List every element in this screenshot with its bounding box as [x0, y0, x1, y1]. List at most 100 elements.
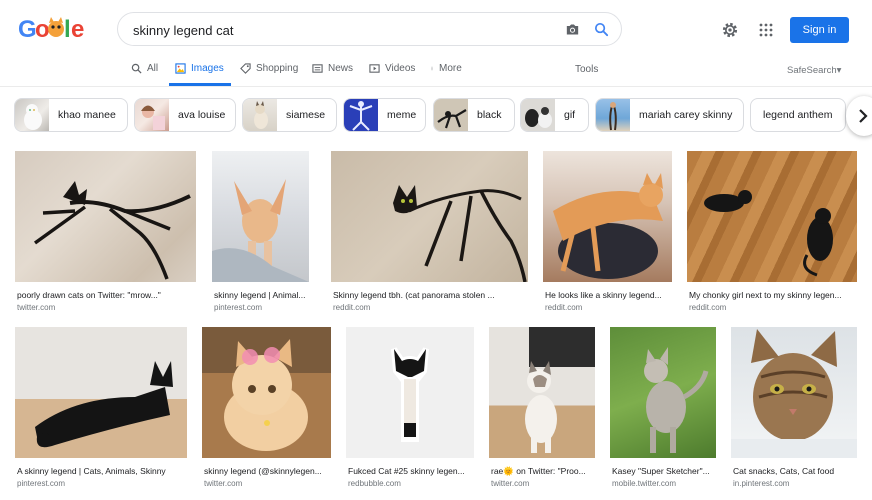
result-source: reddit.com: [545, 303, 583, 312]
svg-text:l: l: [64, 16, 71, 43]
result-source: redbubble.com: [348, 479, 401, 488]
result-caption: Skinny legend tbh. (cat panorama stolen …: [333, 290, 495, 300]
apps-grid-icon[interactable]: [759, 23, 773, 37]
result-source: mobile.twitter.com: [612, 479, 677, 488]
chip-thumbnail: [344, 99, 378, 131]
tab-more[interactable]: More: [430, 63, 462, 74]
tab-label: News: [328, 63, 354, 74]
related-chip[interactable]: gif: [520, 98, 589, 132]
search-box[interactable]: skinny legend cat: [117, 12, 622, 46]
chip-label: gif: [564, 109, 576, 121]
chip-thumbnail: [135, 99, 169, 131]
sign-in-button[interactable]: Sign in: [790, 17, 849, 43]
tab-label: All: [147, 63, 159, 74]
result-thumbnail: [212, 151, 309, 282]
image-result[interactable]: skinny legend | Animal... pinterest.com: [212, 151, 309, 314]
search-icon: [131, 63, 142, 74]
result-source: twitter.com: [204, 479, 243, 488]
chip-label: siamese: [286, 109, 326, 121]
image-result[interactable]: Fukced Cat #25 skinny legen... redbubble…: [346, 327, 474, 493]
tab-label: Shopping: [256, 63, 299, 74]
result-caption: skinny legend (@skinnylegen...: [204, 466, 322, 476]
result-source: reddit.com: [333, 303, 371, 312]
result-thumbnail: [489, 327, 595, 458]
chevron-right-icon: [859, 109, 868, 123]
related-chip[interactable]: mariah carey skinny: [595, 98, 744, 132]
related-chip[interactable]: legend anthem: [750, 98, 846, 132]
chip-label: legend anthem: [763, 109, 833, 121]
related-chip[interactable]: black: [433, 98, 515, 132]
more-vert-icon: [431, 66, 433, 71]
tab-shopping[interactable]: Shopping: [240, 63, 298, 74]
tab-label: Videos: [385, 63, 416, 74]
result-thumbnail: [731, 327, 857, 458]
result-thumbnail: [610, 327, 716, 458]
tab-label: Images: [191, 63, 224, 74]
news-icon: [312, 64, 323, 73]
tab-label: More: [439, 63, 462, 74]
related-chip[interactable]: ava louise: [134, 98, 236, 132]
svg-text:o: o: [35, 16, 50, 43]
safesearch-button[interactable]: SafeSearch▾: [787, 65, 841, 76]
search-input[interactable]: skinny legend cat: [133, 23, 233, 38]
chip-label: khao manee: [58, 109, 116, 121]
related-chip[interactable]: meme: [343, 98, 426, 132]
svg-text:e: e: [71, 16, 84, 43]
related-chip[interactable]: khao manee: [14, 98, 128, 132]
video-icon: [369, 64, 380, 73]
tab-news[interactable]: News: [312, 63, 353, 74]
tools-button[interactable]: Tools: [575, 64, 598, 75]
google-logo[interactable]: G o l e: [18, 14, 86, 44]
image-result[interactable]: He looks like a skinny legend... reddit.…: [543, 151, 672, 314]
image-icon: [175, 63, 186, 74]
chip-thumbnail: [596, 99, 630, 131]
result-source: in.pinterest.com: [733, 479, 790, 488]
chips-next-button[interactable]: [846, 96, 872, 136]
tag-icon: [240, 63, 251, 74]
result-source: twitter.com: [491, 479, 530, 488]
result-thumbnail: [687, 151, 857, 282]
camera-icon[interactable]: [564, 21, 581, 38]
result-thumbnail: [202, 327, 331, 458]
result-caption: Kasey "Super Sketcher"...: [612, 466, 710, 476]
result-thumbnail: [331, 151, 528, 282]
tab-videos[interactable]: Videos: [369, 63, 415, 74]
image-result[interactable]: Cat snacks, Cats, Cat food in.pinterest.…: [731, 327, 857, 493]
svg-text:G: G: [18, 16, 37, 43]
chip-label: mariah carey skinny: [639, 109, 733, 121]
result-caption: skinny legend | Animal...: [214, 290, 306, 300]
image-result[interactable]: poorly drawn cats on Twitter: "mrow..." …: [15, 151, 196, 314]
image-result[interactable]: skinny legend (@skinnylegen... twitter.c…: [202, 327, 331, 493]
chip-thumbnail: [434, 99, 468, 131]
chip-label: ava louise: [178, 109, 226, 121]
chip-label: black: [477, 109, 502, 121]
result-source: twitter.com: [17, 303, 56, 312]
chip-thumbnail: [243, 99, 277, 131]
image-result[interactable]: rae🌞 on Twitter: "Proo... twitter.com: [489, 327, 595, 493]
related-chip[interactable]: siamese: [242, 98, 337, 132]
result-caption: Fukced Cat #25 skinny legen...: [348, 466, 465, 476]
image-result[interactable]: A skinny legend | Cats, Animals, Skinny …: [15, 327, 187, 493]
result-thumbnail: [543, 151, 672, 282]
result-thumbnail: [346, 327, 474, 458]
result-source: reddit.com: [689, 303, 727, 312]
search-icon[interactable]: [593, 21, 610, 38]
image-result[interactable]: Kasey "Super Sketcher"... mobile.twitter…: [610, 327, 716, 493]
header-divider: [0, 86, 872, 87]
result-thumbnail: [15, 327, 187, 458]
chip-label: meme: [387, 109, 417, 121]
chip-thumbnail: [15, 99, 49, 131]
tab-all[interactable]: All: [131, 63, 158, 74]
chip-thumbnail: [521, 99, 555, 131]
result-caption: poorly drawn cats on Twitter: "mrow...": [17, 290, 161, 300]
result-thumbnail: [15, 151, 196, 282]
result-caption: A skinny legend | Cats, Animals, Skinny: [17, 466, 166, 476]
image-result[interactable]: Skinny legend tbh. (cat panorama stolen …: [331, 151, 528, 314]
tab-images[interactable]: Images: [175, 63, 224, 74]
image-result[interactable]: My chonky girl next to my skinny legen..…: [687, 151, 857, 314]
result-caption: rae🌞 on Twitter: "Proo...: [491, 466, 586, 476]
settings-gear-icon[interactable]: [720, 20, 740, 40]
result-source: pinterest.com: [17, 479, 66, 488]
result-source: pinterest.com: [214, 303, 263, 312]
result-caption: My chonky girl next to my skinny legen..…: [689, 290, 842, 300]
